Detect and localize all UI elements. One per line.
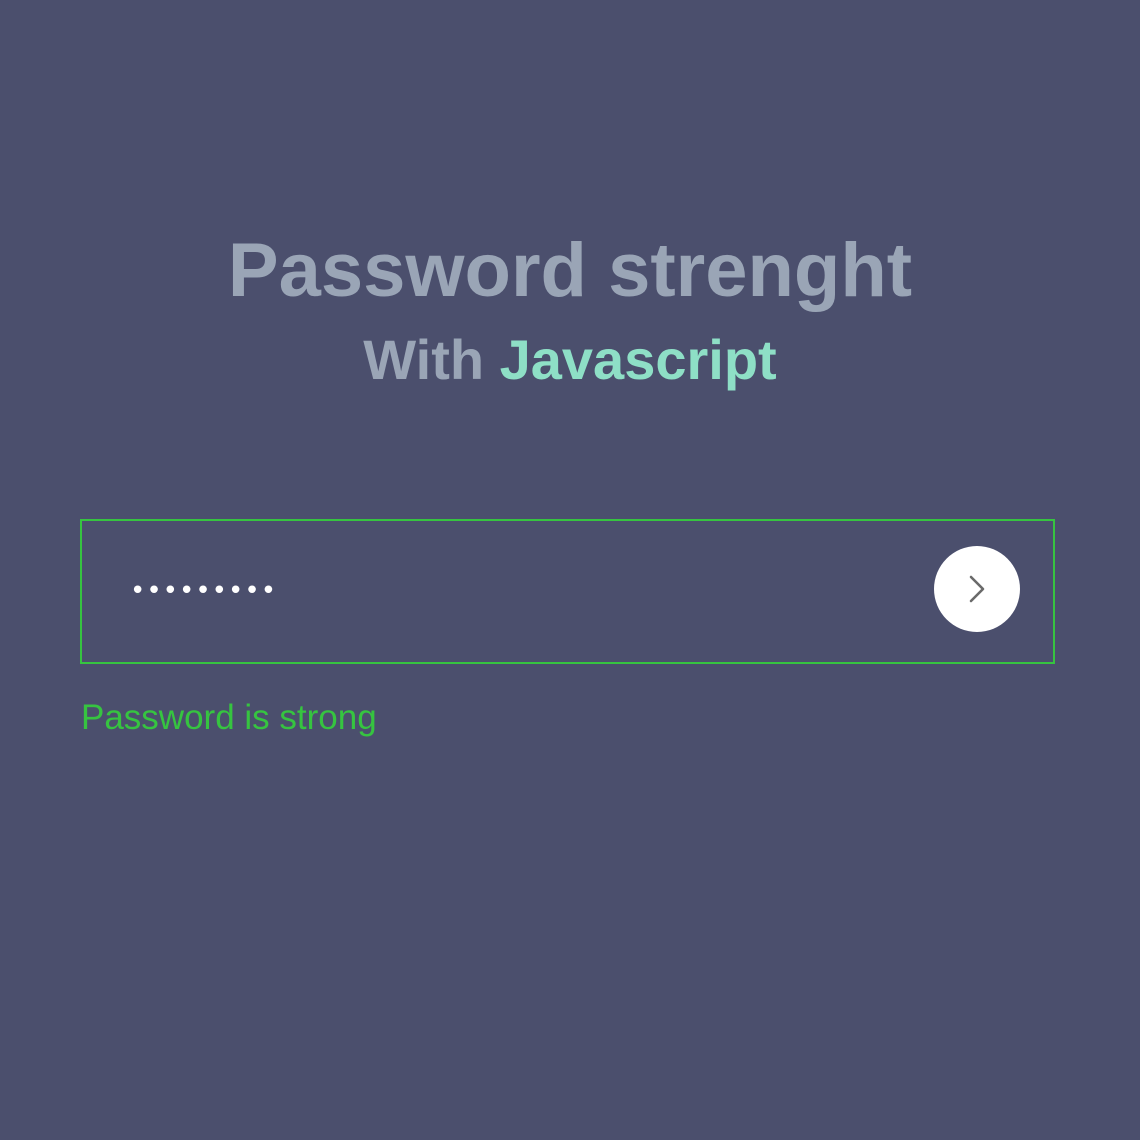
- password-input[interactable]: [130, 561, 910, 621]
- page-title: Password strenght: [227, 228, 913, 313]
- password-field-container: [80, 519, 1055, 664]
- chevron-right-icon: [969, 575, 985, 603]
- password-strength-message: Password is strong: [81, 698, 377, 737]
- subtitle-prefix: With: [363, 328, 485, 391]
- submit-button[interactable]: [934, 546, 1020, 632]
- subtitle-accent: Javascript: [499, 328, 777, 391]
- page-subtitle: With Javascript: [0, 328, 1140, 392]
- heading: Password strenght With Javascript: [0, 226, 1140, 392]
